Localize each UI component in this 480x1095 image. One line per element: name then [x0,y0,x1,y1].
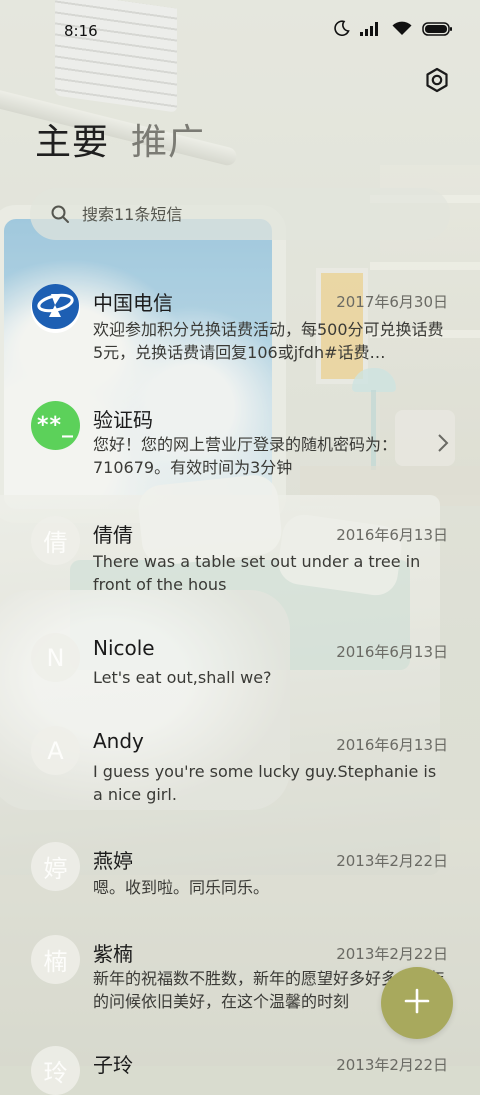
message-preview: 嗯。收到啦。同乐同乐。 [93,878,270,897]
search-input[interactable] [82,204,422,224]
avatar: 楠 [31,935,80,984]
gear-icon [424,67,450,97]
signal-icon [360,21,382,40]
contact-name: Nicole [93,636,155,660]
wifi-icon [392,21,412,40]
status-time: 8:16 [64,22,98,40]
search-icon [50,204,70,224]
message-date: 2013年2月22日 [336,1056,448,1074]
contact-name: 子玲 [93,1053,133,1077]
avatar: N [31,633,80,682]
contact-name: 倩倩 [93,523,133,547]
message-preview: 欢迎参加积分兑换话费活动，每500分可兑换话费5元，兑换话费请回复106或jfd… [93,320,444,362]
contact-name: Andy [93,729,144,753]
contact-name: 验证码 [93,408,153,432]
avatar: 婷 [31,842,80,891]
tab-bar: 主要 推广 [35,120,205,166]
moon-icon [334,20,350,40]
message-date: 2016年6月13日 [336,526,448,544]
contact-name: 燕婷 [93,849,133,873]
tab-promotions[interactable]: 推广 [131,120,205,166]
message-date: 2016年6月13日 [336,643,448,661]
status-bar: 8:16 [0,0,480,60]
new-message-button[interactable] [381,967,453,1039]
message-preview: I guess you're some lucky guy.Stephanie … [93,762,437,804]
message-preview: There was a table set out under a tree i… [93,552,421,594]
avatar: **_ [31,401,80,450]
message-date: 2017年6月30日 [336,293,448,311]
message-date: 2016年6月13日 [336,736,448,754]
message-preview: 您好！您的网上营业厅登录的随机密码为：710679。有效时间为3分钟 [93,435,398,477]
search-bar[interactable] [30,188,450,240]
avatar: 玲 [31,1046,80,1095]
avatar [31,284,80,333]
tab-primary[interactable]: 主要 [35,120,109,166]
message-date: 2013年2月22日 [336,852,448,870]
contact-name: 紫楠 [93,942,133,966]
message-preview: Let's eat out,shall we? [93,668,272,687]
battery-icon [422,21,452,40]
chevron-right-icon [436,432,450,454]
contact-name: 中国电信 [93,291,173,315]
avatar: A [31,726,80,775]
telecom-logo-icon [31,284,80,333]
settings-button[interactable] [421,66,453,98]
avatar: 倩 [31,516,80,565]
message-date: 2013年2月22日 [336,945,448,963]
plus-icon [403,987,431,1019]
